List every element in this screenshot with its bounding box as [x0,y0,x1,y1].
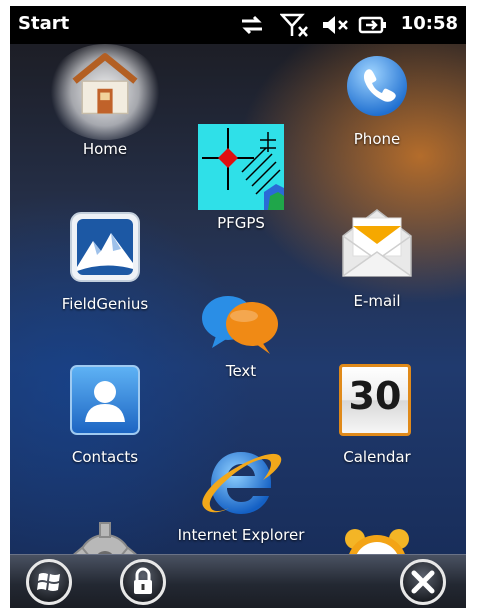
calendar-day: 30 [348,374,402,418]
app-home[interactable]: Home [35,44,175,158]
app-contacts[interactable]: Contacts [35,364,175,466]
home-icon [47,44,163,140]
status-bar: Start 10:58 [10,6,466,44]
internet-explorer-icon [199,444,283,520]
app-label: Text [225,362,257,380]
email-icon [339,204,415,280]
fieldgenius-icon [69,211,141,283]
lock-button[interactable] [120,559,166,605]
app-email[interactable]: E-mail [307,204,447,310]
windows-start-icon [37,573,60,591]
contacts-icon [69,364,141,436]
status-time: 10:58 [400,13,458,34]
app-label: Internet Explorer [177,526,305,544]
app-label: Home [82,140,128,158]
lock-icon [134,567,152,594]
app-label: Phone [353,130,401,148]
pfgps-icon [198,124,284,210]
app-label: PFGPS [217,214,265,232]
text-icon [198,292,284,358]
signal-off-icon[interactable] [280,12,310,38]
connectivity-icon[interactable] [238,12,266,38]
close-button[interactable] [400,559,446,605]
start-screen: Start 10:58 Home Phone PFGPS FieldGenius… [10,6,466,608]
battery-charging-icon[interactable] [358,12,388,38]
app-label: FieldGenius [61,295,149,313]
app-internet-explorer[interactable]: Internet Explorer [171,444,311,544]
app-calendar[interactable]: 30 Calendar [307,364,447,466]
calendar-icon: 30 [339,364,415,440]
app-label: E-mail [353,292,401,310]
phone-icon [345,54,409,118]
taskbar [10,554,466,608]
app-label: Calendar [343,448,411,466]
close-icon [411,570,435,594]
app-fieldgenius[interactable]: FieldGenius [35,211,175,313]
app-label: Contacts [71,448,139,466]
app-text[interactable]: Text [171,292,311,380]
app-phone[interactable]: Phone [307,54,447,148]
app-pfgps[interactable]: PFGPS [171,124,311,232]
volume-mute-icon[interactable] [321,12,349,38]
status-title: Start [18,13,70,34]
windows-start-button[interactable] [26,559,72,605]
